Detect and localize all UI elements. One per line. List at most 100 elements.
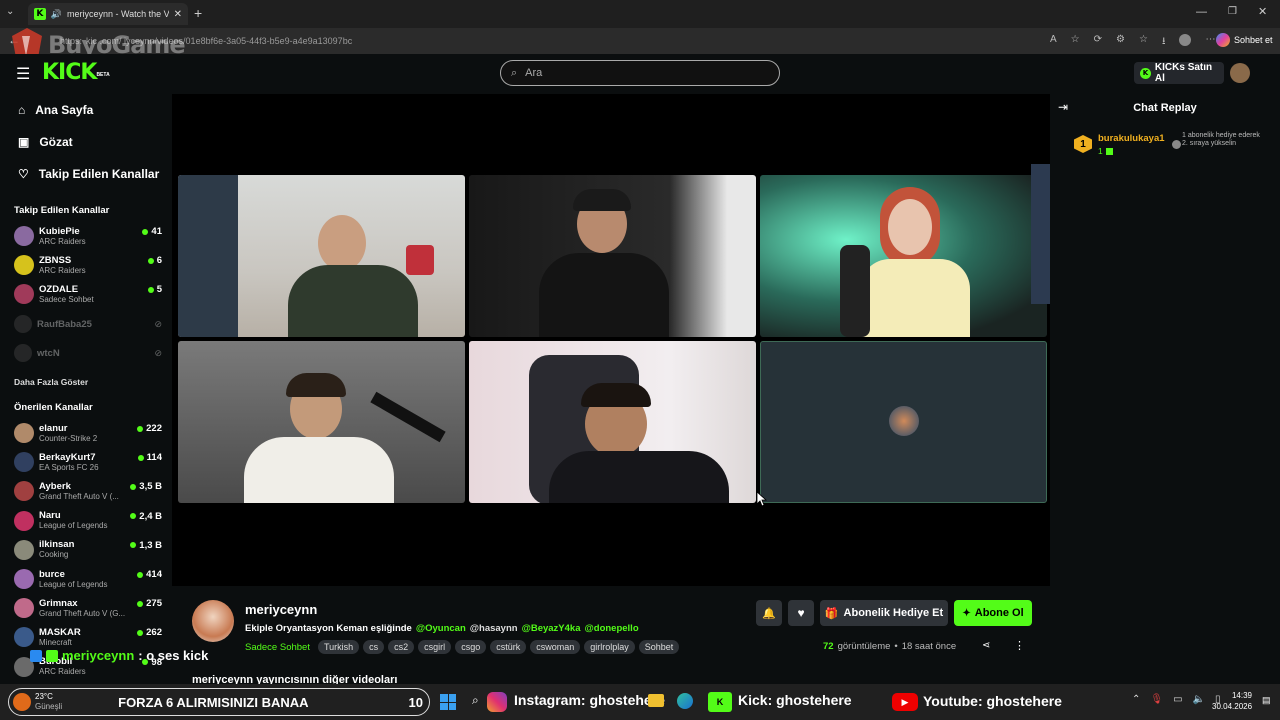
speaker-icon[interactable]: 🔊 [51, 9, 62, 20]
mention-link[interactable]: @hasaynn [470, 623, 518, 634]
copilot-label: Sohbet et [1234, 35, 1273, 45]
offline-channel[interactable]: wtcN ⊘ [14, 341, 164, 365]
video-player[interactable] [172, 94, 1050, 586]
tag-chip[interactable]: csgo [455, 640, 487, 654]
weather-icon [13, 693, 31, 711]
viewer-count: 262 [137, 627, 162, 638]
menu-icon[interactable]: ☰ [16, 64, 30, 84]
profile-icon[interactable] [1179, 34, 1192, 46]
mention-link[interactable]: @Oyuncan [416, 623, 466, 634]
sparkle-icon: ✦ [962, 607, 971, 619]
channel-text: ZBNSS ARC Raiders [39, 255, 86, 276]
window-close-button[interactable]: ✕ [1258, 5, 1267, 18]
more-icon[interactable]: ⋯ [1205, 34, 1215, 51]
subscribe-button[interactable]: ✦ Abone Ol [954, 600, 1032, 626]
viewer-count-value: 2,4 B [139, 510, 162, 522]
channel-text: elanur Counter-Strike 2 [39, 423, 97, 444]
network-icon[interactable]: ▭ [1173, 694, 1182, 705]
nav-browse[interactable]: ▣ Gözat [0, 126, 172, 158]
notification-center-icon[interactable]: ▤ [1262, 695, 1271, 706]
edge-browser-icon[interactable] [677, 693, 693, 709]
channel-avatar[interactable] [192, 600, 234, 642]
downloads-icon[interactable]: ⭳ [1162, 34, 1166, 51]
taskbar-search-icon[interactable]: ⌕ [472, 693, 479, 708]
channel-text: Naru League of Legends [39, 510, 108, 531]
maximize-button[interactable]: ❐ [1228, 6, 1237, 17]
address-bar-row: ← https: kic .com/ iyceynn/videos/01e8bf… [0, 28, 1280, 54]
channel-row[interactable]: BerkayKurt7 EA Sports FC 26 114 [14, 448, 164, 476]
clock-date: 30.04.2026 [1212, 702, 1253, 711]
read-aloud-icon[interactable]: A [1050, 34, 1057, 51]
tag-chip[interactable]: cstürk [490, 640, 527, 654]
channel-avatar [14, 255, 34, 276]
extension-icon[interactable]: ⟳ [1094, 34, 1102, 51]
channel-row[interactable]: OZDALE Sadece Sohbet 5 [14, 280, 164, 308]
gift-count-value: 1 [1098, 146, 1103, 156]
mention-link[interactable]: @donepello [585, 623, 639, 634]
kick-logo[interactable]: KICK BETA [42, 60, 110, 85]
gifter-name[interactable]: burakulukaya1 [1098, 133, 1165, 144]
live-dot-icon [130, 513, 137, 520]
tag-chip[interactable]: csgirl [418, 640, 452, 654]
user-avatar[interactable] [1230, 63, 1250, 83]
weather-widget[interactable]: 23°C Güneşli FORZA 6 ALIRMISINIZI BANAA … [8, 688, 430, 716]
follow-heart-button[interactable]: ♥ [788, 600, 814, 626]
channel-category: ARC Raiders [39, 236, 86, 246]
buy-kicks-button[interactable]: K KICKs Satın Al [1134, 62, 1224, 84]
tag-chip[interactable]: cswoman [530, 640, 581, 654]
file-explorer-icon[interactable] [648, 694, 664, 707]
tag-chip[interactable]: Sohbet [638, 640, 680, 654]
nav-following[interactable]: ♡ Takip Edilen Kanallar [0, 158, 172, 190]
kick-icon: K [708, 692, 732, 712]
browser-tab[interactable]: K 🔊 meriyceynn - Watch the VOD ✕ [28, 3, 188, 25]
category-link[interactable]: Sadece Sohbet [245, 642, 310, 653]
windows-start-icon[interactable] [440, 694, 456, 710]
channel-avatar [14, 481, 34, 502]
channel-row[interactable]: ZBNSS ARC Raiders 6 [14, 251, 164, 279]
tag-chip[interactable]: cs [363, 640, 385, 654]
favorite-star-icon[interactable]: ☆ [1071, 34, 1080, 51]
copilot-chat-button[interactable]: Sohbet et [1216, 33, 1273, 47]
views-label: görüntüleme [837, 641, 891, 652]
viewer-count: 3,5 B [130, 481, 162, 492]
channel-category: Grand Theft Auto V (... [39, 491, 119, 501]
tab-close-icon[interactable]: ✕ [174, 9, 182, 20]
more-options-icon[interactable]: ⋮ [1014, 639, 1025, 652]
offline-channel-name: wtcN [37, 347, 60, 359]
search-input[interactable]: ⌕ Ara [500, 60, 780, 86]
browse-icon: ▣ [18, 135, 30, 149]
channel-row[interactable]: Naru League of Legends 2,4 B [14, 507, 164, 535]
channel-row[interactable]: burce League of Legends 414 [14, 565, 164, 593]
offline-channel[interactable]: RaufBaba25 ⊘ [14, 312, 164, 336]
gift-leaderboard: 1 burakulukaya1 1 1 abonelik hediye eder… [1072, 130, 1272, 160]
channel-row[interactable]: Ayberk Grand Theft Auto V (... 3,5 B [14, 477, 164, 505]
channel-name[interactable]: meriyceynn [245, 602, 317, 617]
channel-row[interactable]: Grimnax Grand Theft Auto V (G... 275 [14, 594, 164, 622]
show-more-link[interactable]: Daha Fazla Göster [14, 377, 88, 387]
viewer-count: 275 [137, 598, 162, 609]
channel-row[interactable]: KubiePie ARC Raiders 41 [14, 222, 164, 250]
puzzle-icon[interactable]: ⚙ [1116, 34, 1125, 51]
minimize-button[interactable]: — [1196, 6, 1207, 18]
url-field[interactable]: https: kic .com/ iyceynn/videos/01e8bf6e… [60, 32, 1070, 50]
channel-text: ilkinsan Cooking [39, 539, 74, 560]
volume-icon[interactable]: 🔈 [1193, 694, 1205, 705]
mention-link[interactable]: @BeyazY4ka [522, 623, 581, 634]
tray-overflow-icon[interactable]: ⌃ [1132, 694, 1140, 705]
tag-chip[interactable]: girlrolplay [584, 640, 635, 654]
share-icon[interactable]: ⋖ [982, 640, 990, 651]
nav-home[interactable]: ⌂ Ana Sayfa [0, 94, 172, 126]
tag-chip[interactable]: cs2 [388, 640, 415, 654]
channel-name: KubiePie [39, 225, 80, 237]
tag-chip[interactable]: Turkish [317, 640, 360, 654]
channel-row[interactable]: ilkinsan Cooking 1,3 B [14, 536, 164, 564]
gift-subscription-button[interactable]: 🎁 Abonelik Hediye Et [820, 600, 948, 626]
microphone-icon[interactable]: 🎙 [1150, 694, 1163, 705]
channel-row[interactable]: elanur Counter-Strike 2 222 [14, 419, 164, 447]
clock[interactable]: 14:39 30.04.2026 [1212, 690, 1252, 712]
collections-icon[interactable]: ☆ [1139, 34, 1148, 51]
notification-bell-button[interactable]: 🔔 [756, 600, 782, 626]
new-tab-button[interactable]: + [194, 5, 202, 21]
stream-title: Ekiple Oryantasyon Keman eşliğinde @Oyun… [245, 623, 639, 634]
tab-list-button[interactable]: ⌄ [6, 6, 14, 17]
